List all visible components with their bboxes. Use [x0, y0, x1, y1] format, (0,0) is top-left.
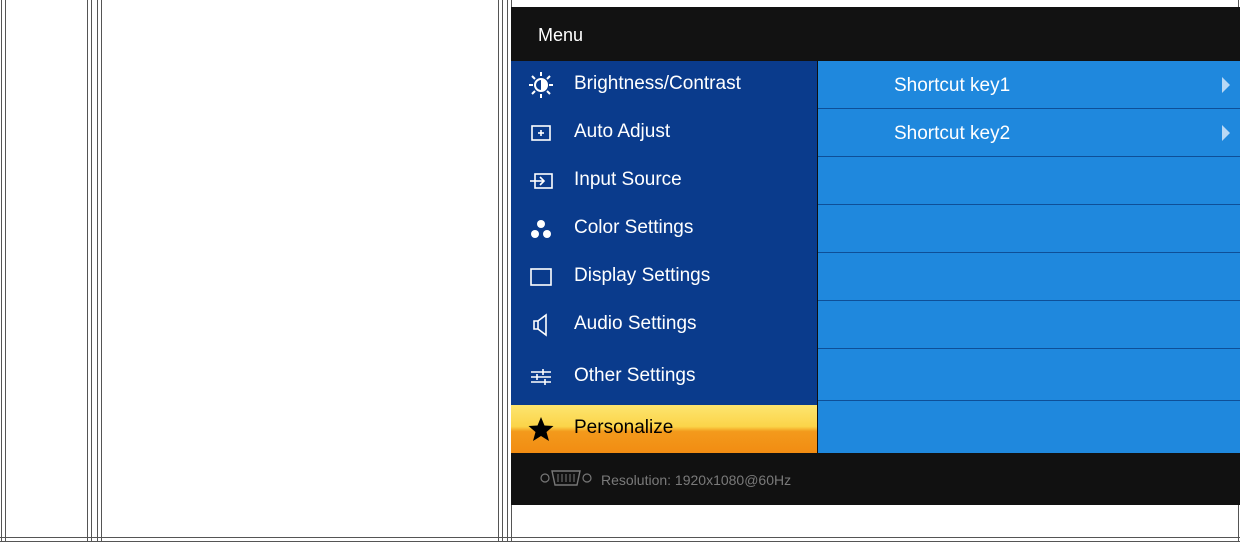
display-settings-icon: [525, 264, 557, 290]
submenu-empty-row: [818, 157, 1240, 205]
osd-menu: Menu Brightness/Contrast Auto Adjust Inp…: [511, 7, 1240, 505]
osd-title-bar: Menu: [511, 7, 1240, 61]
menu-item-brightness-contrast[interactable]: Brightness/Contrast: [511, 61, 817, 109]
submenu-empty-row: [818, 301, 1240, 349]
arrow-right-icon: [1222, 125, 1230, 141]
star-icon: [525, 416, 557, 442]
arrow-right-icon: [1222, 77, 1230, 93]
submenu-panel: Shortcut key1 Shortcut key2: [818, 61, 1240, 453]
submenu-empty-row: [818, 353, 1240, 401]
status-bar: Resolution: 1920x1080@60Hz: [511, 453, 1240, 505]
menu-item-auto-adjust[interactable]: Auto Adjust: [511, 109, 817, 157]
menu-item-other-settings[interactable]: Other Settings: [511, 353, 817, 401]
menu-item-audio-settings[interactable]: Audio Settings: [511, 301, 817, 349]
submenu-empty-row: [818, 405, 1240, 452]
menu-item-label: Auto Adjust: [574, 121, 671, 142]
submenu-shortcut-key2[interactable]: Shortcut key2: [818, 109, 1240, 157]
menu-item-label: Color Settings: [574, 217, 694, 238]
menu-item-personalize[interactable]: Personalize: [511, 405, 817, 453]
menu-item-color-settings[interactable]: Color Settings: [511, 205, 817, 253]
input-source-icon: [525, 168, 557, 194]
submenu-empty-row: [818, 253, 1240, 301]
menu-item-label: Input Source: [574, 169, 682, 190]
menu-item-label: Brightness/Contrast: [574, 73, 741, 94]
auto-adjust-icon: [525, 120, 557, 146]
color-settings-icon: [525, 216, 557, 242]
menu-item-label: Personalize: [574, 417, 674, 438]
vga-connector-icon: [538, 468, 594, 493]
osd-title: Menu: [538, 25, 584, 45]
sliders-icon: [525, 364, 557, 390]
menu-item-input-source[interactable]: Input Source: [511, 157, 817, 205]
submenu-empty-row: [818, 205, 1240, 253]
submenu-label: Shortcut key1: [894, 75, 1011, 96]
menu-item-label: Audio Settings: [574, 313, 697, 334]
menu-item-label: Display Settings: [574, 265, 711, 286]
brightness-icon: [525, 72, 557, 98]
menu-item-display-settings[interactable]: Display Settings: [511, 253, 817, 301]
submenu-shortcut-key1[interactable]: Shortcut key1: [818, 61, 1240, 109]
speaker-icon: [525, 312, 557, 338]
resolution-text: Resolution: 1920x1080@60Hz: [601, 472, 792, 488]
menu-item-label: Other Settings: [574, 365, 696, 386]
main-menu: Brightness/Contrast Auto Adjust Input So…: [511, 61, 817, 453]
submenu-label: Shortcut key2: [894, 123, 1011, 144]
